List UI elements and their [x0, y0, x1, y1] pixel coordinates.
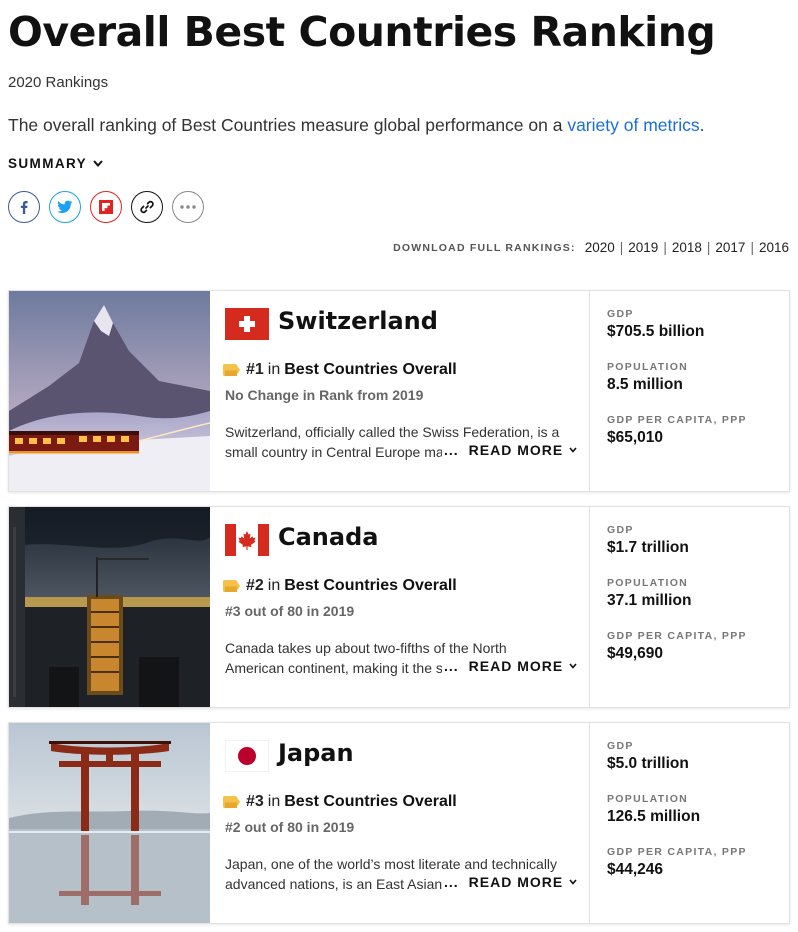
facebook-share-button[interactable] — [8, 191, 40, 223]
summary-toggle[interactable]: SUMMARY — [8, 156, 103, 171]
country-stats: GDP $1.7 trillion POPULATION 37.1 million … — [589, 507, 789, 707]
switzerland-flag — [225, 308, 269, 340]
read-more-button[interactable]: ... READ MORE — [442, 442, 578, 458]
flipboard-share-button[interactable] — [90, 191, 122, 223]
gdp-label: GDP — [607, 524, 634, 536]
population-label: POPULATION — [607, 577, 689, 589]
link-icon — [140, 200, 154, 214]
download-rankings: DOWNLOAD FULL RANKINGS: 2020 | 2019 | 20… — [393, 240, 789, 255]
rank-tag-icon — [223, 796, 240, 808]
more-share-button[interactable] — [172, 191, 204, 223]
download-year-2019[interactable]: 2019 — [628, 240, 658, 255]
rank-tag-icon — [223, 580, 240, 592]
download-year-2020[interactable]: 2020 — [585, 240, 615, 255]
category-link[interactable]: Best Countries Overall — [284, 577, 457, 595]
gdp-label: GDP — [607, 308, 634, 320]
flipboard-icon — [99, 200, 113, 214]
country-name[interactable]: Japan — [278, 739, 354, 767]
twitter-share-button[interactable] — [49, 191, 81, 223]
rank-line: #3 in Best Countries Overall — [223, 793, 457, 811]
gdp-value: $5.0 trillion — [607, 755, 689, 772]
country-name[interactable]: Canada — [278, 523, 378, 551]
gdp-per-capita-label: GDP PER CAPITA, PPP — [607, 630, 747, 642]
download-year-2018[interactable]: 2018 — [672, 240, 702, 255]
japan-flag — [225, 740, 269, 772]
population-value: 8.5 million — [607, 376, 683, 393]
rank-change: #2 out of 80 in 2019 — [225, 819, 355, 835]
copy-link-button[interactable] — [131, 191, 163, 223]
download-label: DOWNLOAD FULL RANKINGS: — [393, 241, 576, 254]
category-link[interactable]: Best Countries Overall — [284, 361, 457, 379]
twitter-icon — [57, 200, 73, 213]
gdp-per-capita-label: GDP PER CAPITA, PPP — [607, 846, 747, 858]
facebook-icon — [20, 201, 28, 214]
rank-change: No Change in Rank from 2019 — [225, 387, 424, 403]
rank-line: #1 in Best Countries Overall — [223, 361, 457, 379]
country-card-japan: Japan #3 in Best Countries Overall #2 ou… — [8, 722, 790, 924]
share-bar — [8, 191, 204, 223]
download-year-2016[interactable]: 2016 — [759, 240, 789, 255]
chevron-down-icon — [569, 447, 577, 453]
gdp-per-capita-value: $65,010 — [607, 429, 664, 446]
page-title: Overall Best Countries Ranking — [8, 8, 716, 56]
country-photo[interactable] — [9, 507, 210, 707]
gdp-per-capita-value: $44,246 — [607, 861, 664, 878]
country-card-canada: Canada #2 in Best Countries Overall #3 o… — [8, 506, 790, 708]
population-value: 37.1 million — [607, 592, 692, 609]
gdp-value: $705.5 billion — [607, 323, 705, 340]
rank-line: #2 in Best Countries Overall — [223, 577, 457, 595]
rank-tag-icon — [223, 364, 240, 376]
metrics-link[interactable]: variety of metrics — [567, 115, 699, 135]
read-more-button[interactable]: ... READ MORE — [442, 658, 578, 674]
gdp-per-capita-value: $49,690 — [607, 645, 664, 662]
gdp-value: $1.7 trillion — [607, 539, 689, 556]
population-label: POPULATION — [607, 793, 689, 805]
population-label: POPULATION — [607, 361, 689, 373]
country-stats: GDP $705.5 billion POPULATION 8.5 million … — [589, 291, 789, 491]
read-more-button[interactable]: ... READ MORE — [442, 874, 578, 890]
more-icon — [180, 205, 196, 209]
gdp-per-capita-label: GDP PER CAPITA, PPP — [607, 414, 747, 426]
summary-label: SUMMARY — [8, 156, 88, 171]
country-photo[interactable] — [9, 723, 210, 923]
download-year-2017[interactable]: 2017 — [715, 240, 745, 255]
chevron-down-icon — [93, 160, 103, 167]
chevron-down-icon — [569, 879, 577, 885]
country-photo[interactable] — [9, 291, 210, 491]
category-link[interactable]: Best Countries Overall — [284, 793, 457, 811]
intro-text: The overall ranking of Best Countries me… — [8, 115, 705, 135]
population-value: 126.5 million — [607, 808, 701, 825]
canada-flag — [225, 524, 269, 556]
country-stats: GDP $5.0 trillion POPULATION 126.5 million… — [589, 723, 789, 923]
chevron-down-icon — [569, 663, 577, 669]
rank-change: #3 out of 80 in 2019 — [225, 603, 355, 619]
gdp-label: GDP — [607, 740, 634, 752]
country-card-switzerland: Switzerland #1 in Best Countries Overall… — [8, 290, 790, 492]
country-name[interactable]: Switzerland — [278, 307, 438, 335]
rankings-year: 2020 Rankings — [8, 74, 109, 91]
